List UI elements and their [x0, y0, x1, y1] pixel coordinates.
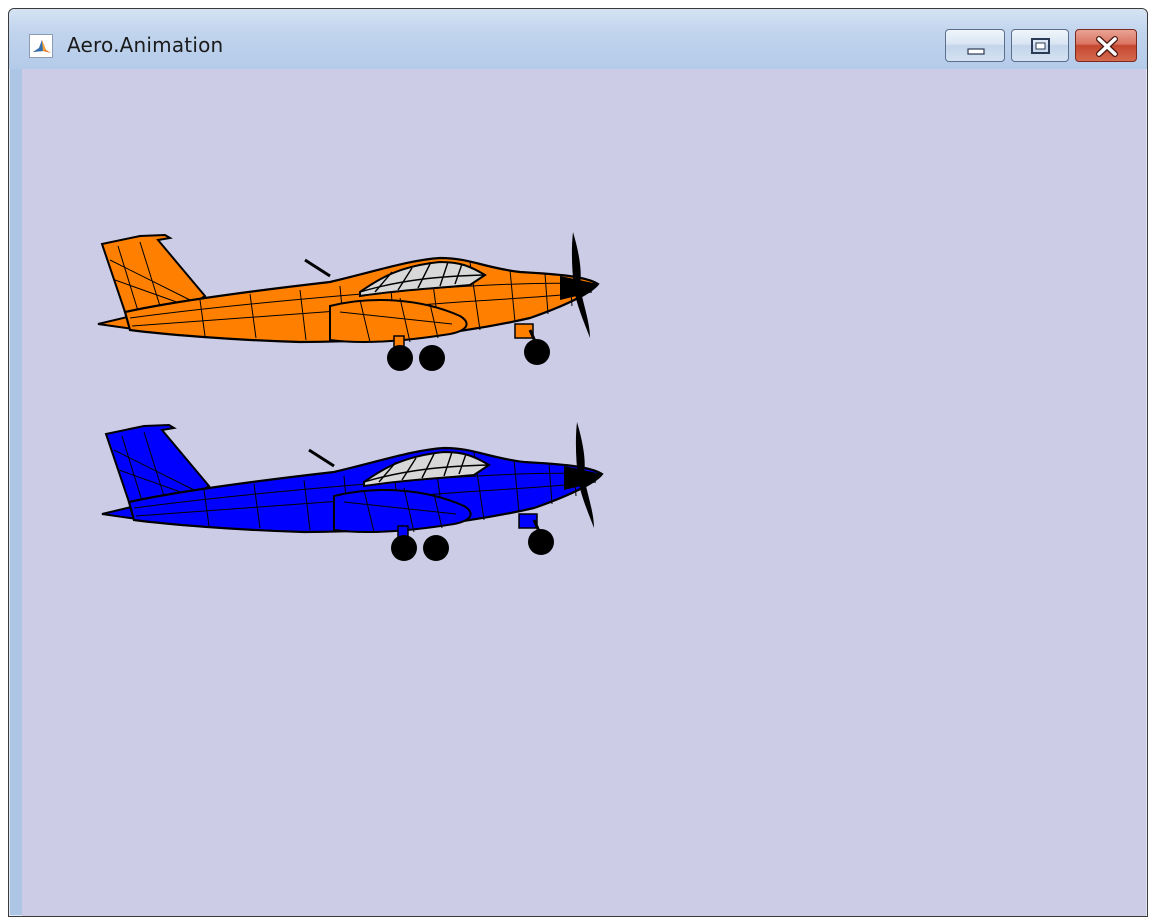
aircraft-blue: [100, 420, 604, 563]
animation-scene: [96, 230, 604, 563]
aircraft-orange: [96, 230, 600, 373]
